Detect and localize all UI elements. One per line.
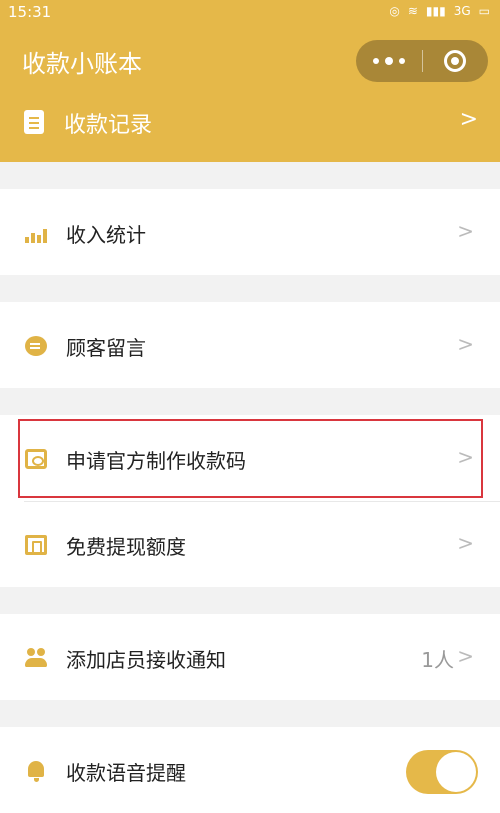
- chevron-right-icon: >: [457, 644, 474, 668]
- status-time: 15:31: [8, 3, 52, 21]
- signal-3g-label: 3G: [453, 4, 471, 18]
- document-icon: [24, 110, 44, 134]
- message-bubble-icon: [25, 336, 47, 356]
- menu-item-label: 顾客留言: [66, 336, 146, 360]
- customer-message-card: 顾客留言 >: [0, 302, 500, 388]
- page-title: 收款小账本: [22, 50, 142, 78]
- menu-item-customer-message[interactable]: 顾客留言 >: [0, 302, 500, 388]
- more-dot-icon: [398, 58, 405, 64]
- alarm-icon: ◎: [389, 4, 400, 18]
- menu-item-label: 收款语音提醒: [66, 761, 186, 785]
- staff-count: 1人: [421, 648, 454, 672]
- bell-icon: [25, 761, 47, 782]
- menu-item-add-staff[interactable]: 添加店员接收通知 1人 >: [0, 614, 500, 700]
- withdraw-card-icon: [25, 535, 47, 555]
- more-dot-icon: [384, 57, 393, 65]
- mini-program-capsule: [356, 40, 488, 82]
- menu-item-label: 收入统计: [66, 223, 146, 247]
- voice-reminder-toggle[interactable]: [406, 750, 478, 794]
- menu-item-income-stats[interactable]: 收入统计 >: [0, 189, 500, 275]
- toggle-knob: [436, 752, 476, 792]
- users-icon: [25, 648, 47, 668]
- battery-icon: ▭: [478, 4, 490, 18]
- income-stats-card: 收入统计 >: [0, 189, 500, 275]
- voice-reminder-card: 收款语音提醒: [0, 727, 500, 813]
- chevron-right-icon: >: [457, 219, 474, 243]
- header: 15:31 ◎ ≋ ▮▮▮ 3G ▭ 收款小账本 收款记录 >: [0, 0, 500, 162]
- menu-item-voice-reminder: 收款语音提醒: [0, 727, 500, 813]
- chevron-right-icon: >: [457, 332, 474, 356]
- target-icon: [444, 50, 467, 72]
- wifi-icon: ≋: [407, 4, 418, 18]
- status-bar: 15:31 ◎ ≋ ▮▮▮ 3G ▭: [0, 0, 500, 26]
- close-mini-program-button[interactable]: [423, 40, 489, 82]
- more-options-button[interactable]: [356, 40, 422, 82]
- signal-icon: ▮▮▮: [425, 4, 446, 18]
- menu-item-label: 添加店员接收通知: [66, 648, 226, 672]
- bar-chart-icon: [25, 223, 47, 243]
- chevron-right-icon: >: [457, 531, 474, 555]
- highlight-box: [18, 419, 483, 498]
- chevron-right-icon: >: [459, 107, 478, 132]
- add-staff-card: 添加店员接收通知 1人 >: [0, 614, 500, 700]
- payment-records-row[interactable]: 收款记录 >: [0, 96, 500, 148]
- payment-records-label: 收款记录: [64, 113, 153, 138]
- status-icons: ◎ ≋ ▮▮▮ 3G ▭: [389, 4, 490, 18]
- more-dot-icon: [372, 58, 379, 64]
- menu-item-label: 免费提现额度: [66, 535, 186, 559]
- menu-item-free-withdraw[interactable]: 免费提现额度 >: [0, 501, 500, 587]
